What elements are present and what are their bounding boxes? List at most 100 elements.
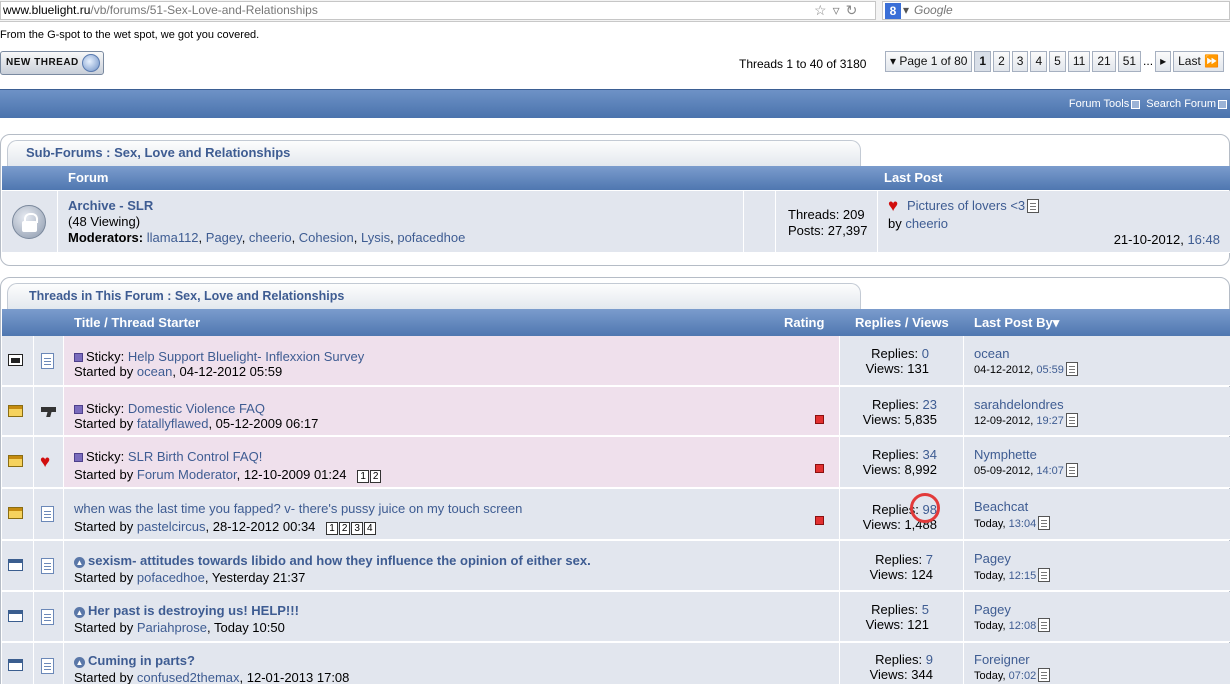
- last-post-time: 07:02: [1008, 670, 1037, 682]
- go-to-last-post-icon[interactable]: [1065, 362, 1078, 376]
- col-rating[interactable]: Rating: [784, 315, 824, 330]
- last-post-time: 12:15: [1008, 570, 1037, 582]
- replies-label: Replies:: [875, 652, 923, 667]
- page-link-11[interactable]: 11: [1067, 51, 1091, 72]
- sticky-icon: [74, 453, 83, 462]
- page-link-4[interactable]: 4: [1030, 51, 1048, 72]
- last-post-time: 14:07: [1036, 465, 1064, 477]
- threads-title: Threads in This Forum : Sex, Love and Re…: [7, 283, 861, 309]
- last-post-user[interactable]: Pagey: [974, 602, 1011, 617]
- bookmark-star-icon[interactable]: ☆: [814, 2, 827, 18]
- new-thread-button[interactable]: NEW THREAD: [0, 51, 104, 75]
- replies-count[interactable]: 7: [926, 552, 933, 567]
- go-to-last-post-icon[interactable]: [1038, 618, 1051, 632]
- subforum-name[interactable]: Archive - SLR: [68, 198, 465, 214]
- last-post-by-label: by: [888, 216, 902, 231]
- next-page-button[interactable]: ▸: [1155, 51, 1172, 72]
- thread-page-link[interactable]: 1: [357, 470, 369, 483]
- thread-starter[interactable]: fatallyflawed: [137, 416, 209, 431]
- reload-icon[interactable]: ↻: [846, 2, 858, 18]
- last-post-user[interactable]: Beachcat: [974, 499, 1028, 514]
- moderator-link[interactable]: Lysis: [361, 230, 390, 245]
- go-to-last-post-icon[interactable]: [1038, 516, 1051, 530]
- last-arrow-icon: ⏩: [1204, 54, 1220, 68]
- thread-starter[interactable]: Pariahprose: [137, 620, 207, 635]
- search-forum-menu[interactable]: Search Forum: [1146, 98, 1216, 110]
- thread-starter[interactable]: Forum Moderator: [137, 467, 237, 482]
- thread-status-icon: [8, 455, 23, 467]
- lock-icon: [12, 205, 46, 239]
- thread-starter[interactable]: ocean: [137, 364, 172, 379]
- page-link-2[interactable]: 2: [993, 51, 1010, 72]
- moderator-link[interactable]: cheerio: [249, 230, 292, 245]
- moderator-link[interactable]: Cohesion: [299, 230, 354, 245]
- google-icon[interactable]: 8: [885, 3, 901, 19]
- go-to-last-post-icon[interactable]: [1038, 568, 1051, 582]
- page-link-5[interactable]: 5: [1049, 51, 1066, 72]
- thread-page-link[interactable]: 1: [326, 522, 338, 535]
- address-bar[interactable]: www.bluelight.ru/vb/forums/51-Sex-Love-a…: [0, 1, 876, 20]
- thread-title[interactable]: Her past is destroying us! HELP!!!: [88, 603, 299, 618]
- page-link-51[interactable]: 51: [1117, 51, 1142, 72]
- last-post-user[interactable]: ocean: [974, 346, 1009, 361]
- views-label: Views:: [865, 617, 904, 632]
- views-count: 5,835: [904, 412, 937, 427]
- page-link-1[interactable]: 1: [974, 51, 992, 72]
- last-post-title[interactable]: Pictures of lovers <3: [907, 198, 1025, 213]
- go-to-post-icon[interactable]: [1027, 199, 1040, 213]
- thread-title[interactable]: when was the last time you fapped? v- th…: [74, 501, 522, 516]
- new-posts-arrow-icon[interactable]: ▲: [74, 607, 85, 618]
- page-link-3[interactable]: 3: [1011, 51, 1029, 72]
- new-posts-arrow-icon[interactable]: ▲: [74, 557, 85, 568]
- thread-title[interactable]: SLR Birth Control FAQ!: [128, 449, 262, 464]
- go-to-last-post-icon[interactable]: [1038, 668, 1051, 682]
- last-page-button[interactable]: Last ⏩: [1173, 51, 1225, 72]
- replies-label: Replies:: [871, 602, 919, 617]
- thread-page-link[interactable]: 2: [338, 522, 351, 535]
- go-to-last-post-icon[interactable]: [1065, 463, 1078, 477]
- page-selector[interactable]: ▾ Page 1 of 80: [885, 51, 973, 72]
- dropdown-arrow-icon[interactable]: ▿: [833, 2, 840, 18]
- document-icon: [41, 609, 54, 625]
- col-last-post: Last Post: [884, 170, 943, 185]
- started-by-label: Started by: [74, 467, 134, 482]
- moderator-link[interactable]: llama112: [147, 230, 199, 245]
- last-post-user[interactable]: Foreigner: [974, 652, 1030, 667]
- document-icon: [41, 353, 54, 369]
- thread-starter[interactable]: pastelcircus: [137, 519, 206, 534]
- thread-title[interactable]: Help Support Bluelight- Inflexxion Surve…: [128, 349, 364, 364]
- col-title[interactable]: Title / Thread Starter: [74, 315, 200, 330]
- moderator-link[interactable]: pofacedhoe: [397, 230, 465, 245]
- replies-count[interactable]: 5: [922, 602, 929, 617]
- rating-icon: [815, 516, 824, 525]
- search-engine-dropdown-icon[interactable]: ▾: [903, 3, 909, 17]
- page-link-21[interactable]: 21: [1092, 51, 1116, 72]
- new-posts-arrow-icon[interactable]: ▲: [74, 657, 85, 668]
- go-to-last-post-icon[interactable]: [1065, 413, 1078, 427]
- sticky-icon: [74, 405, 83, 414]
- thread-page-link[interactable]: 4: [363, 522, 376, 535]
- replies-label: Replies:: [871, 397, 919, 412]
- replies-count[interactable]: 9: [926, 652, 933, 667]
- started-by-label: Started by: [74, 620, 134, 635]
- col-last-post-by[interactable]: Last Post By▾: [974, 315, 1059, 331]
- last-post-user[interactable]: cheerio: [905, 216, 948, 231]
- thread-starter[interactable]: pofacedhoe: [137, 570, 205, 585]
- replies-count[interactable]: 34: [923, 447, 937, 462]
- replies-count[interactable]: 23: [923, 397, 937, 412]
- last-post-user[interactable]: Pagey: [974, 551, 1011, 566]
- last-post-user[interactable]: sarahdelondres: [974, 397, 1064, 412]
- forum-tools-menu[interactable]: Forum Tools: [1069, 98, 1129, 110]
- replies-count[interactable]: 0: [922, 346, 929, 361]
- search-box[interactable]: 8 ▾ Google: [882, 1, 1230, 20]
- thread-title[interactable]: Cuming in parts?: [88, 653, 195, 668]
- thread-title[interactable]: sexism- attitudes towards libido and how…: [88, 553, 591, 568]
- thread-title[interactable]: Domestic Violence FAQ: [128, 401, 265, 416]
- thread-page-link[interactable]: 3: [351, 522, 363, 535]
- thread-starter[interactable]: confused2themax: [137, 670, 240, 684]
- moderator-link[interactable]: Pagey: [206, 230, 242, 245]
- col-replies[interactable]: Replies / Views: [855, 315, 949, 330]
- rating-icon: [815, 415, 824, 424]
- thread-page-link[interactable]: 2: [369, 470, 382, 483]
- last-post-user[interactable]: Nymphette: [974, 447, 1037, 462]
